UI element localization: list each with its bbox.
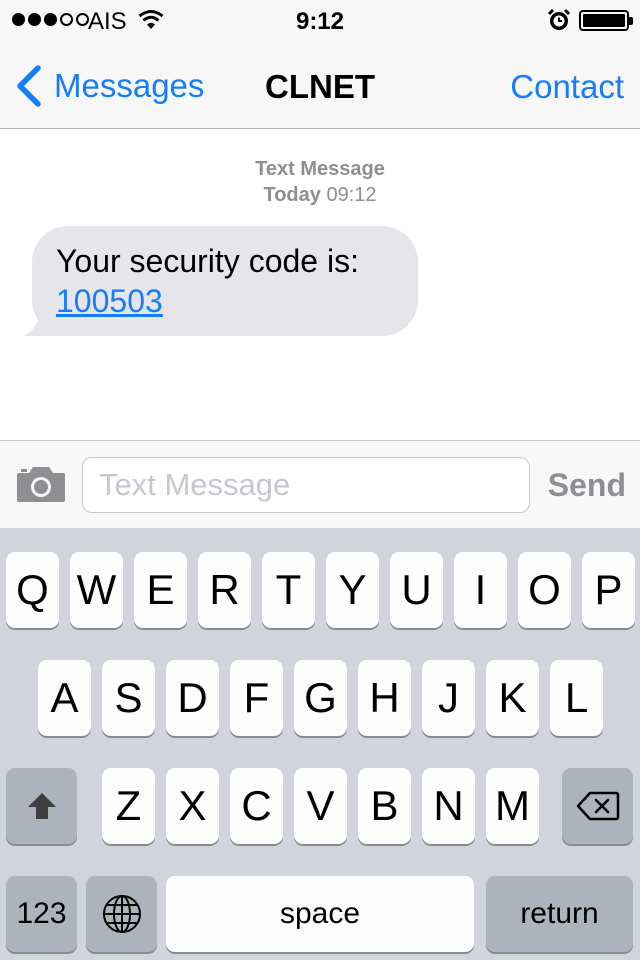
key-d[interactable]: D (166, 660, 219, 736)
battery-icon (579, 10, 633, 31)
send-button[interactable]: Send (548, 467, 626, 504)
key-j[interactable]: J (422, 660, 475, 736)
message-input-bar: Send (0, 440, 640, 528)
shift-key[interactable] (6, 768, 77, 844)
key-y[interactable]: Y (326, 552, 379, 628)
camera-icon[interactable] (16, 465, 66, 503)
message-text-input[interactable] (82, 457, 530, 513)
key-c[interactable]: C (230, 768, 283, 844)
key-g[interactable]: G (294, 660, 347, 736)
delete-key[interactable] (562, 768, 633, 844)
message-day-label: Today (263, 184, 321, 206)
contact-button[interactable]: Contact (510, 68, 624, 106)
key-n[interactable]: N (422, 768, 475, 844)
globe-key[interactable] (86, 876, 157, 952)
message-bubble-body: Your security code is: 100503 (32, 226, 418, 336)
return-key[interactable]: return (486, 876, 633, 952)
clock: 9:12 (295, 8, 345, 35)
conversation-area: Text Message Today 09:12 Your security c… (0, 130, 640, 440)
key-r[interactable]: R (198, 552, 251, 628)
space-key[interactable]: space (166, 876, 474, 952)
key-t[interactable]: T (262, 552, 315, 628)
message-type-label: Text Message (255, 158, 385, 180)
key-b[interactable]: B (358, 768, 411, 844)
key-o[interactable]: O (518, 552, 571, 628)
key-i[interactable]: I (454, 552, 507, 628)
message-timestamp-header: Text Message Today 09:12 (0, 156, 640, 208)
alarm-icon (547, 8, 571, 30)
key-q[interactable]: Q (6, 552, 59, 628)
numbers-key[interactable]: 123 (6, 876, 77, 952)
status-bar: AIS 9:12 (0, 0, 640, 40)
key-p[interactable]: P (582, 552, 635, 628)
key-s[interactable]: S (102, 660, 155, 736)
key-h[interactable]: H (358, 660, 411, 736)
globe-icon (102, 895, 141, 933)
key-m[interactable]: M (486, 768, 539, 844)
key-x[interactable]: X (166, 768, 219, 844)
key-u[interactable]: U (390, 552, 443, 628)
keyboard: Q W E R T Y U I O P A S D F G H J K L Z … (0, 528, 640, 960)
key-l[interactable]: L (550, 660, 603, 736)
key-v[interactable]: V (294, 768, 347, 844)
key-w[interactable]: W (70, 552, 123, 628)
message-text: Your security code is: (56, 243, 359, 279)
key-a[interactable]: A (38, 660, 91, 736)
key-k[interactable]: K (486, 660, 539, 736)
incoming-message-bubble[interactable]: Your security code is: 100503 (22, 226, 418, 336)
message-time-label: 09:12 (326, 184, 377, 206)
key-e[interactable]: E (134, 552, 187, 628)
delete-icon (576, 791, 619, 821)
key-f[interactable]: F (230, 660, 283, 736)
shift-icon (27, 793, 56, 819)
key-z[interactable]: Z (102, 768, 155, 844)
security-code-link[interactable]: 100503 (56, 283, 163, 319)
navigation-bar: Messages CLNET Contact (0, 40, 640, 129)
